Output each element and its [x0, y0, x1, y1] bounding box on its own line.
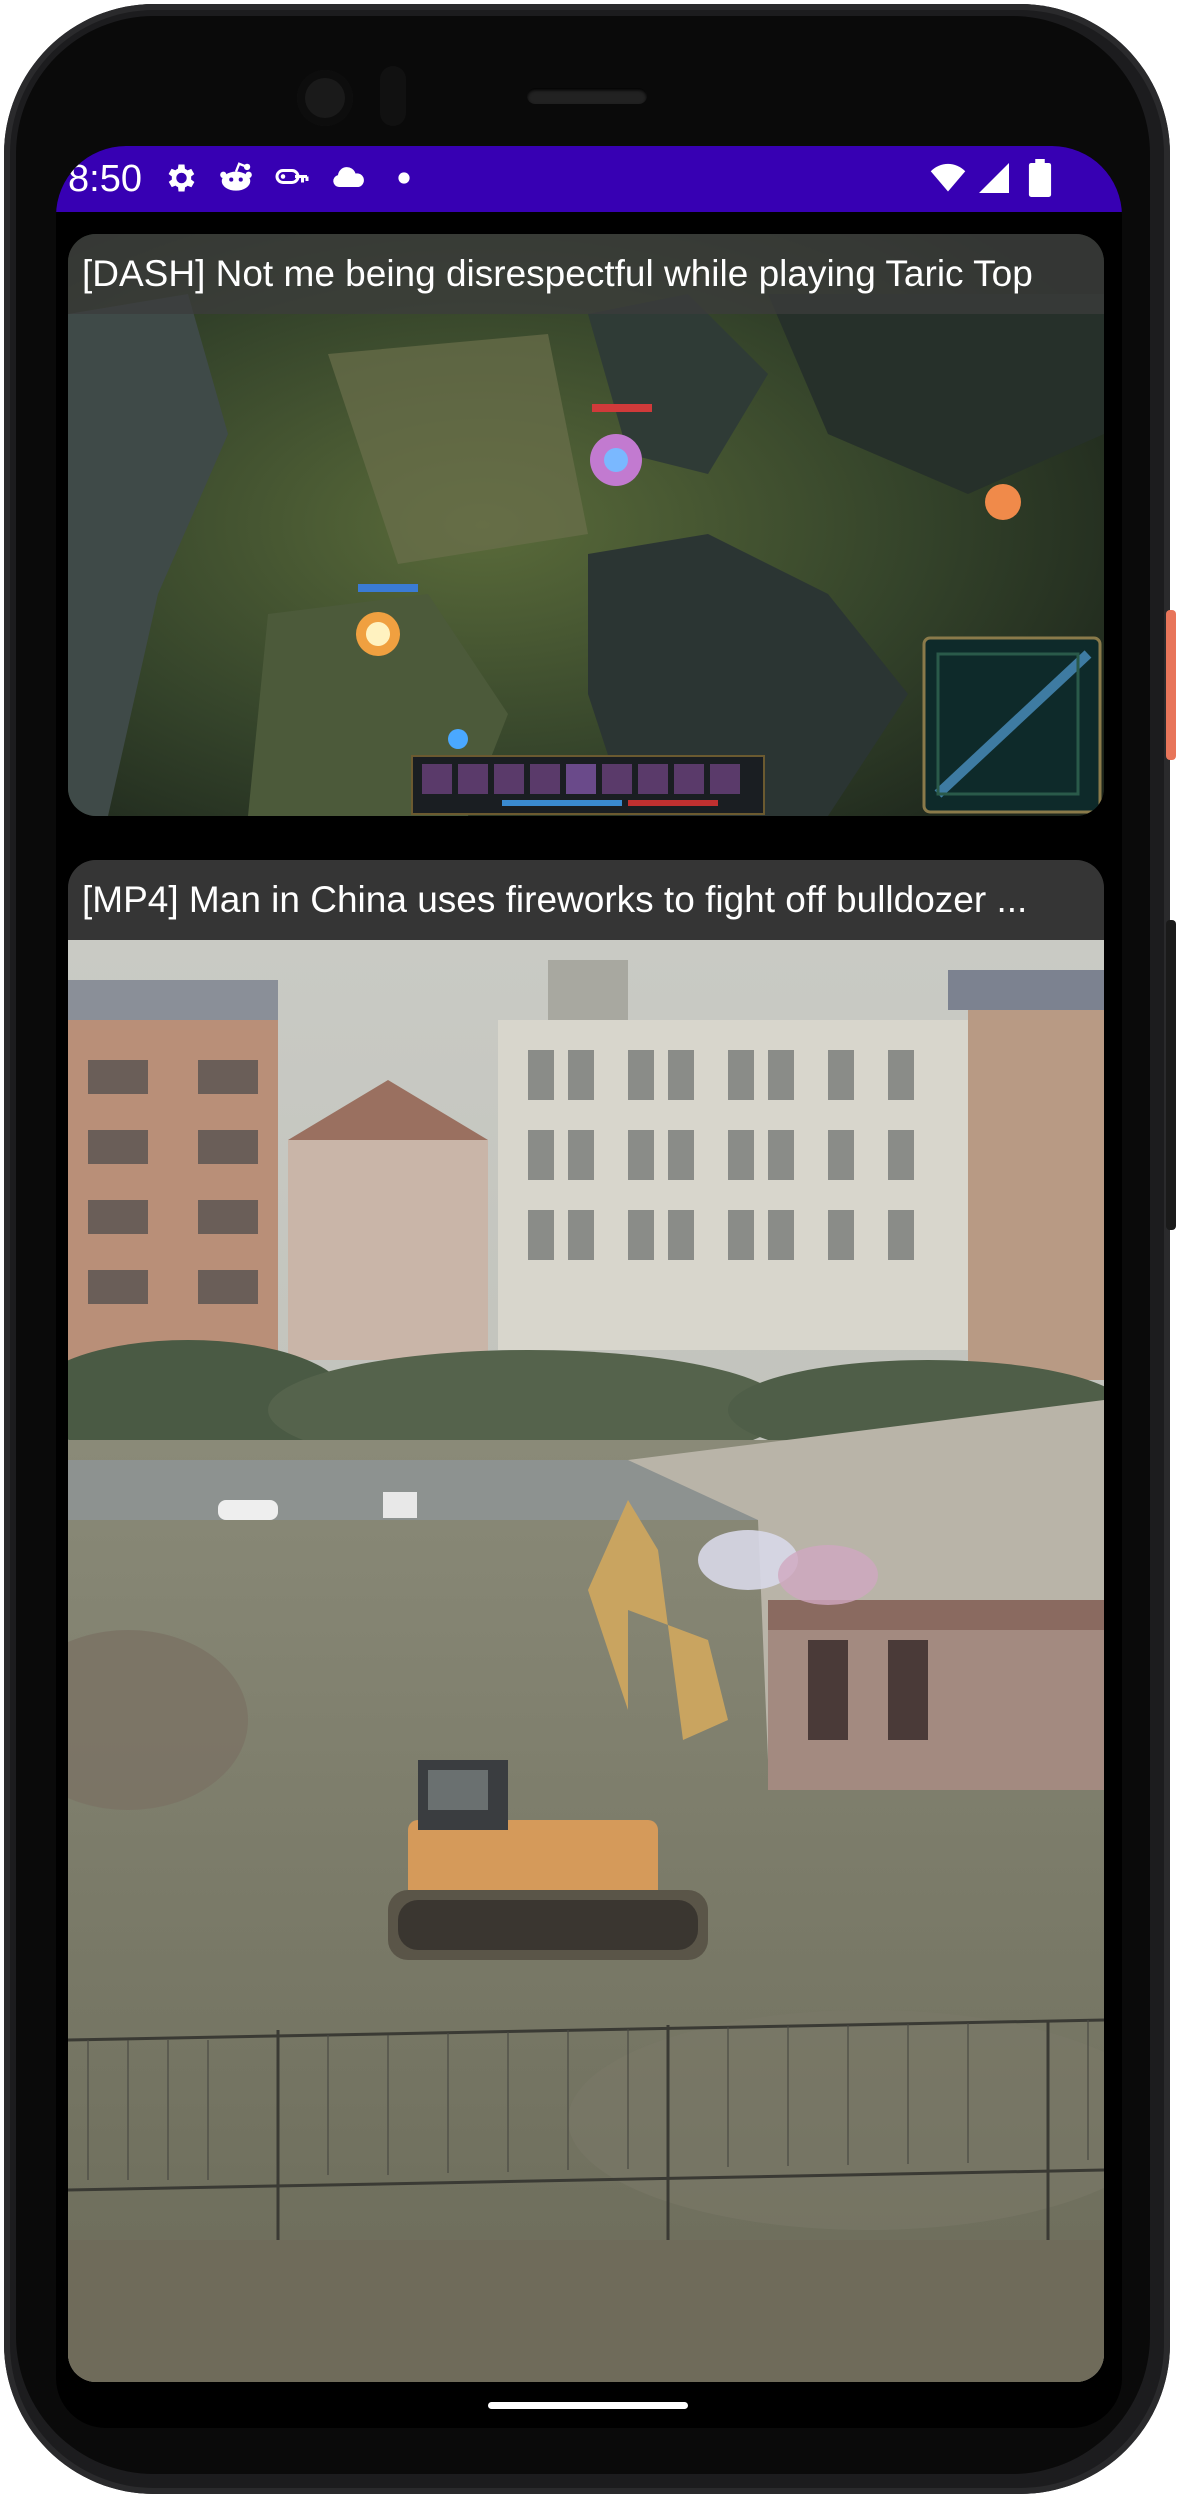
front-camera — [297, 70, 353, 126]
proximity-sensor — [380, 66, 406, 126]
video-player-excavator[interactable] — [68, 940, 1104, 2382]
video-card[interactable]: [DASH] Not me being disrespectful while … — [68, 234, 1104, 816]
earpiece-speaker — [527, 88, 647, 104]
video-title: [DASH] Not me being disrespectful while … — [68, 234, 1104, 314]
video-player-gameplay[interactable] — [68, 234, 1104, 816]
status-bar: 8:50 — [56, 146, 1122, 212]
dot-icon — [384, 158, 424, 198]
gesture-nav-handle[interactable] — [488, 2402, 688, 2409]
reddit-icon — [216, 158, 256, 198]
video-card[interactable]: [MP4] Man in China uses fireworks to fig… — [68, 860, 1104, 2382]
screen: 8:50 [DASH] Not me being disrespectful w… — [56, 146, 1122, 2428]
volume-button — [1166, 920, 1176, 1230]
power-button — [1166, 610, 1176, 760]
vpn-key-icon — [272, 158, 312, 198]
gear-icon — [160, 158, 200, 198]
signal-icon — [974, 158, 1014, 198]
battery-icon — [1020, 158, 1060, 198]
cloud-icon — [328, 158, 368, 198]
video-title: [MP4] Man in China uses fireworks to fig… — [68, 860, 1104, 940]
status-time: 8:50 — [68, 158, 142, 200]
wifi-icon — [928, 158, 968, 198]
